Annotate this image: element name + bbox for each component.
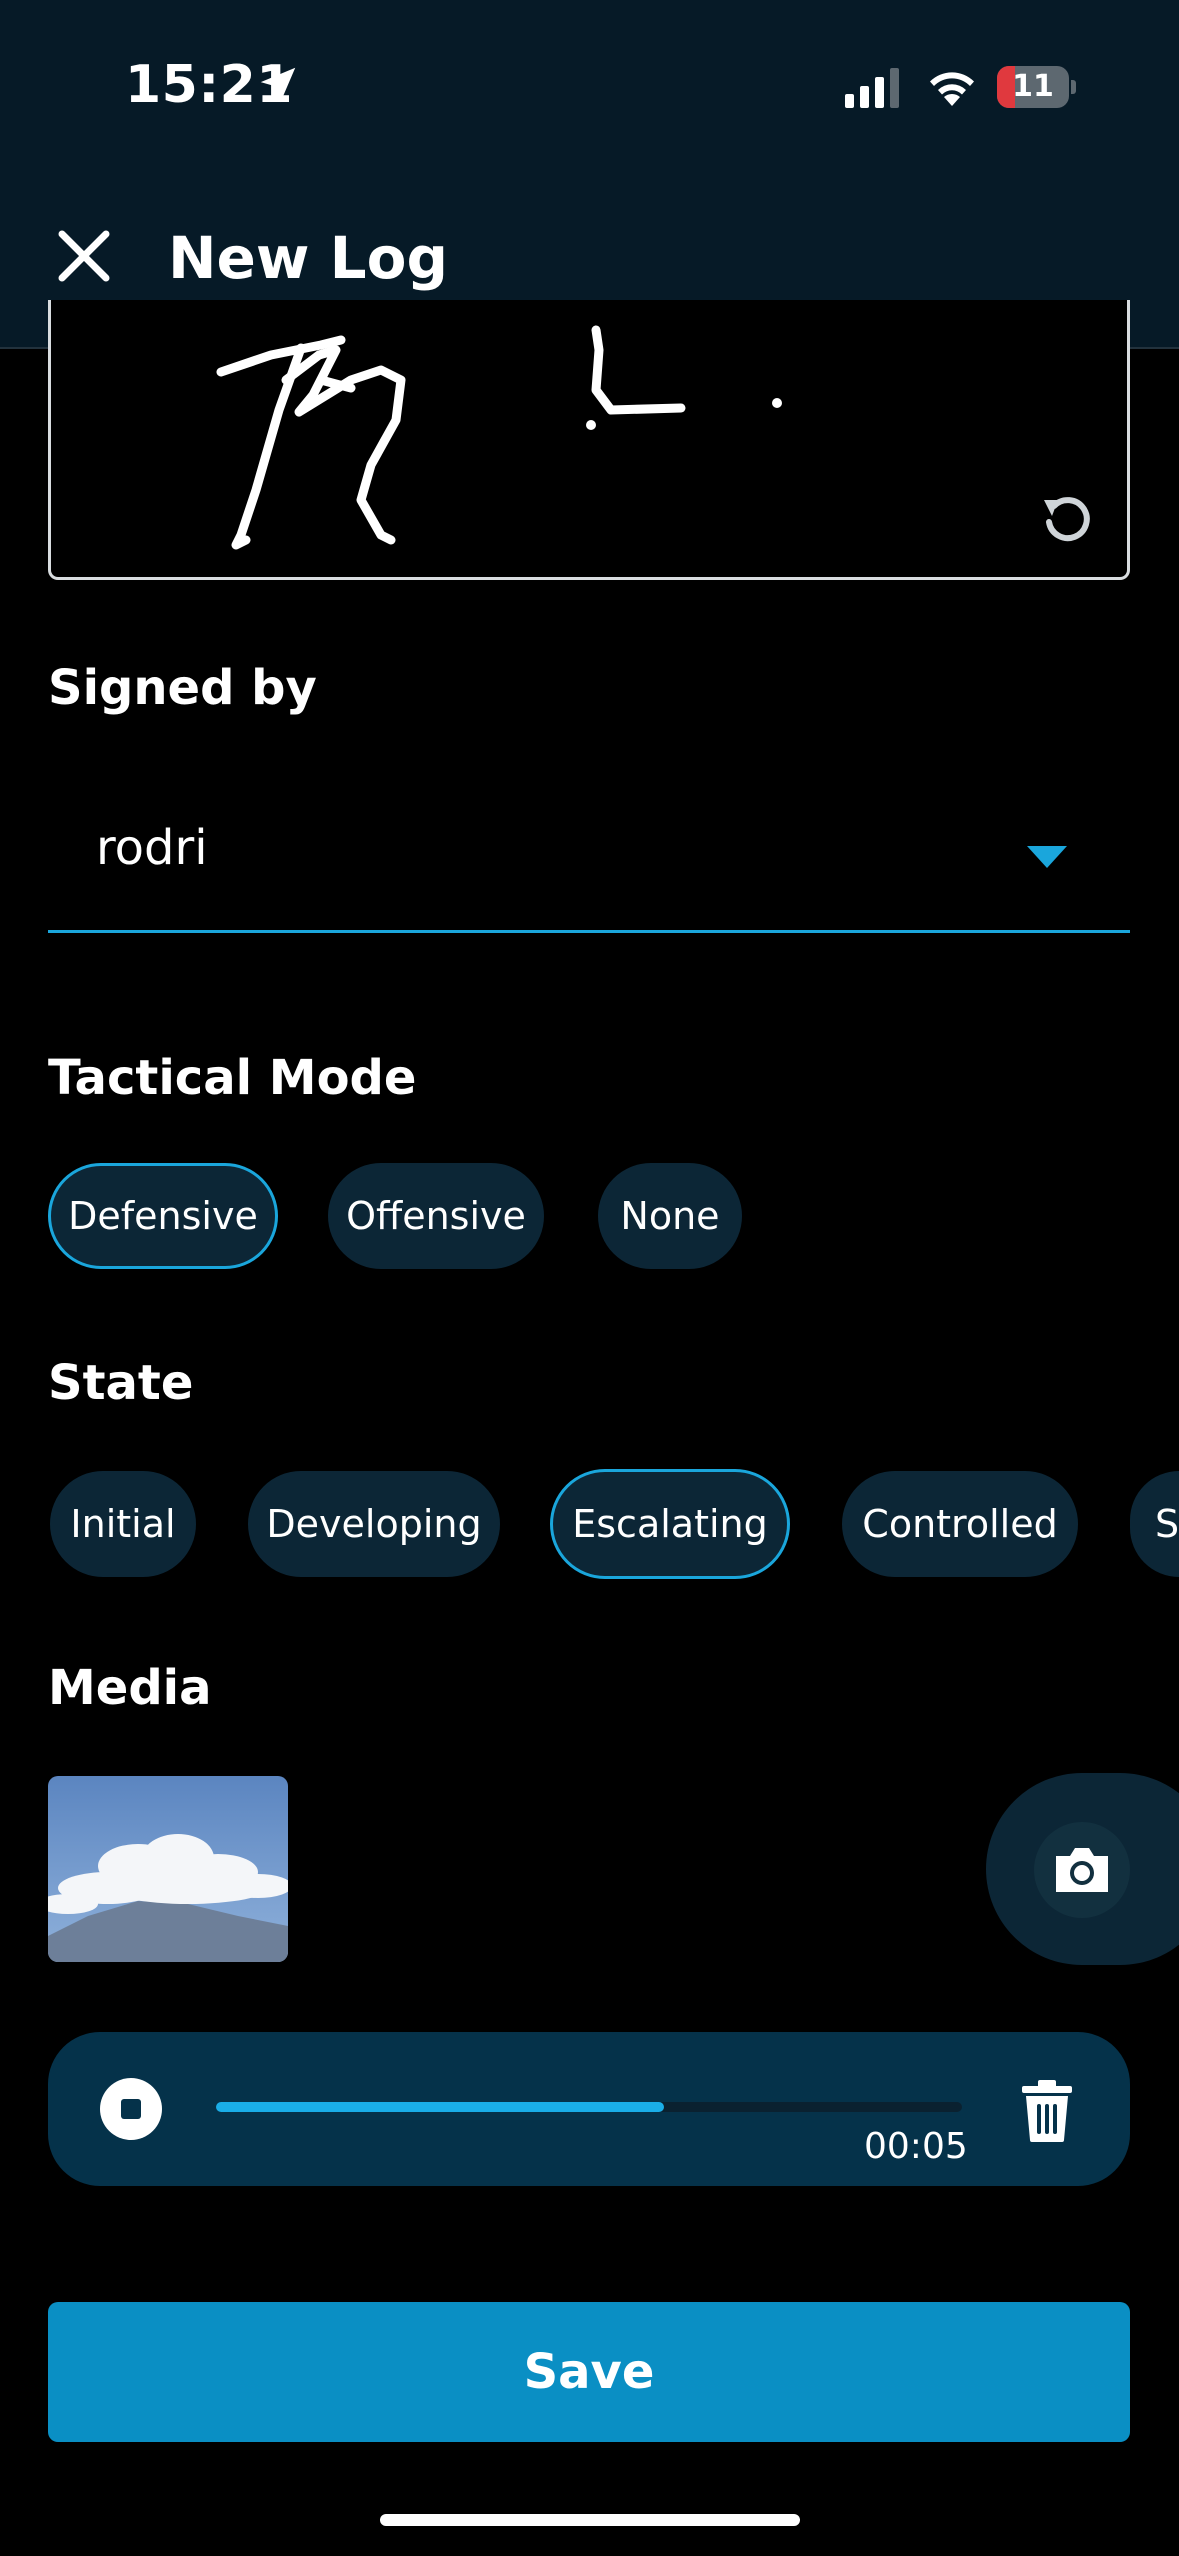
signed-by-value: rodri: [96, 820, 208, 876]
wifi-icon: [930, 72, 974, 106]
audio-progress-track[interactable]: [216, 2102, 962, 2112]
battery-level: 11: [1012, 69, 1054, 104]
home-indicator: [380, 2514, 800, 2526]
camera-button[interactable]: [1034, 1822, 1130, 1918]
dropdown-caret-icon: [1027, 846, 1067, 868]
state-label: State: [48, 1355, 194, 1411]
signed-by-select[interactable]: rodri: [48, 780, 1130, 933]
state-option-partial[interactable]: S: [1130, 1471, 1179, 1577]
tactical-mode-label: Tactical Mode: [48, 1050, 417, 1106]
stop-icon: [121, 2099, 141, 2119]
signature-pad[interactable]: [48, 300, 1130, 580]
signature-drawing: [216, 325, 782, 550]
signed-by-label: Signed by: [48, 660, 317, 716]
camera-icon: [1056, 1848, 1108, 1892]
battery-icon: 11: [997, 66, 1077, 108]
stop-button[interactable]: [100, 2078, 162, 2140]
state-option-initial[interactable]: Initial: [50, 1471, 196, 1577]
state-option-developing[interactable]: Developing: [248, 1471, 500, 1577]
app-header: [0, 0, 1179, 349]
tactical-option-offensive[interactable]: Offensive: [328, 1163, 544, 1269]
media-thumbnail-image: [48, 1776, 288, 1962]
tactical-option-none[interactable]: None: [598, 1163, 742, 1269]
save-button[interactable]: Save: [48, 2302, 1130, 2442]
close-icon[interactable]: [48, 220, 120, 292]
trash-icon[interactable]: [1018, 2078, 1076, 2144]
media-thumbnail[interactable]: [48, 1776, 288, 1962]
page-title: New Log: [168, 224, 448, 292]
audio-elapsed-time: 00:05: [864, 2126, 968, 2167]
audio-progress-fill: [216, 2102, 664, 2112]
tactical-option-defensive[interactable]: Defensive: [48, 1163, 278, 1269]
cellular-signal-icon: [845, 68, 899, 108]
state-option-controlled[interactable]: Controlled: [842, 1471, 1078, 1577]
media-label: Media: [48, 1660, 212, 1716]
location-arrow-icon: [260, 67, 296, 103]
reset-icon[interactable]: [1038, 490, 1096, 548]
state-option-escalating[interactable]: Escalating: [550, 1469, 790, 1579]
